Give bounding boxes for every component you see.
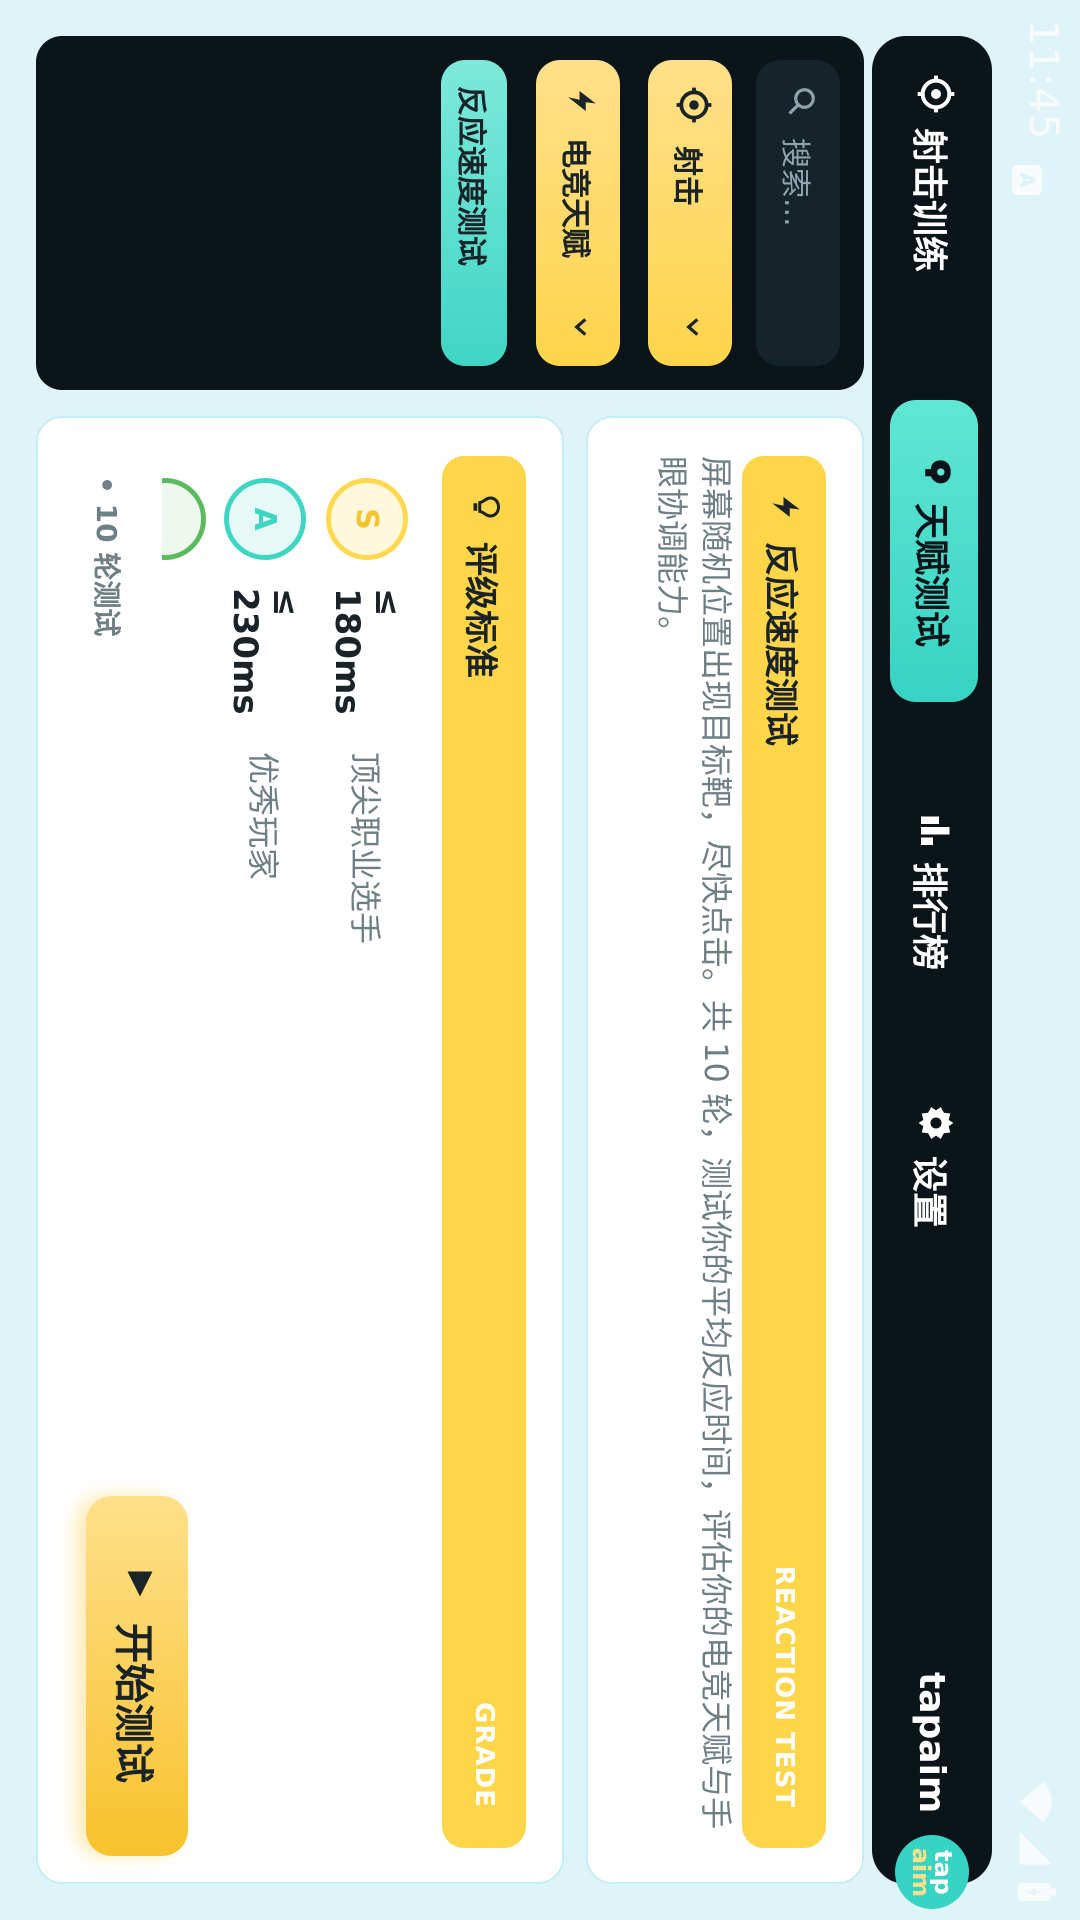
sidebar-item-esports-talent[interactable]: 电竞天赋 — [536, 60, 620, 366]
start-test-button[interactable]: 开始测试 — [86, 1496, 188, 1856]
nav-settings[interactable]: 设置 — [872, 1104, 992, 1228]
info-card-header: 反应速度测试 REACTION TEST — [742, 456, 826, 1848]
grade-card-title: 评级标准 — [460, 542, 501, 678]
battery-icon — [1007, 1880, 1056, 1904]
gear-icon — [909, 1104, 956, 1142]
nav-leaderboard[interactable]: 排行榜 — [872, 812, 992, 970]
nav-talent-test-label: 天赋测试 — [910, 502, 951, 647]
info-card-tag: REACTION TEST — [769, 1565, 799, 1808]
nav-shooting-training-label: 射击训练 — [908, 128, 949, 273]
grade-badge-a: A — [224, 478, 306, 560]
grade-row-b-partial — [162, 478, 206, 560]
status-time: 11:45 — [1020, 20, 1066, 141]
info-card-description: 屏幕随机位置出现目标靶，尽快点击。共 10 轮，测试你的平均反应时间，评估你的电… — [653, 456, 735, 1830]
lightning-icon — [557, 86, 599, 116]
search-icon — [779, 86, 817, 116]
sidebar-item-reaction-test[interactable]: 反应速度测试 — [441, 60, 507, 366]
sidebar-item-label: 反应速度测试 — [453, 86, 488, 266]
grade-row-a: A ≤ 230ms 优秀玩家 — [224, 478, 306, 880]
grade-threshold: ≤ 180ms — [327, 588, 407, 715]
grade-badge-b — [162, 478, 206, 560]
logo-text-top: tap — [929, 1849, 957, 1895]
play-icon — [114, 1569, 160, 1599]
brain-icon — [913, 455, 956, 489]
nav-leaderboard-label: 排行榜 — [908, 862, 949, 971]
sidebar-item-label: 射击 — [669, 146, 704, 206]
reaction-test-info-card: 反应速度测试 REACTION TEST 屏幕随机位置出现目标靶，尽快点击。共 … — [586, 416, 864, 1884]
lightning-icon — [765, 492, 803, 522]
grade-threshold: ≤ 230ms — [225, 588, 305, 715]
sidebar: 搜索... 射击 电竞天赋 反应速度测试 — [36, 36, 864, 390]
crosshair-icon — [908, 74, 957, 114]
nav-settings-label: 设置 — [908, 1156, 949, 1229]
wifi-icon — [1005, 1780, 1058, 1824]
start-test-label: 开始测试 — [110, 1623, 156, 1783]
brand[interactable]: tapaim tap aim — [872, 1672, 992, 1910]
crosshair-icon — [667, 86, 713, 124]
brand-name: tapaim — [911, 1672, 953, 1814]
brand-logo: tap aim — [895, 1835, 969, 1910]
bar-chart-icon — [910, 812, 955, 848]
lightbulb-icon — [465, 492, 503, 522]
grade-level: 顶尖职业选手 — [346, 752, 384, 945]
grade-note: • 10 轮测试 — [90, 476, 123, 637]
sidebar-item-shooting[interactable]: 射击 — [648, 60, 732, 366]
logo-text-bottom: aim — [907, 1847, 935, 1898]
signal-icon — [1007, 1828, 1056, 1868]
chevron-down-icon[interactable] — [561, 314, 596, 340]
grade-card-tag: GRADE — [469, 1702, 499, 1808]
app-notification-icon: A — [1012, 165, 1042, 195]
sidebar-item-label: 电竞天赋 — [557, 138, 592, 258]
search-input[interactable]: 搜索... — [756, 60, 840, 366]
nav-shooting-training[interactable]: 射击训练 — [872, 74, 992, 272]
grade-badge-s: S — [326, 478, 408, 560]
grade-card-header: 评级标准 GRADE — [442, 456, 526, 1848]
search-placeholder: 搜索... — [777, 138, 812, 227]
info-card-title: 反应速度测试 — [760, 542, 801, 746]
chevron-down-icon[interactable] — [673, 314, 708, 340]
grade-row-s: S ≤ 180ms 顶尖职业选手 — [326, 478, 408, 944]
nav-tab-talent-test[interactable]: 天赋测试 — [890, 400, 978, 702]
top-navigation-bar: 射击训练 天赋测试 排行榜 设置 tapaim tap aim — [872, 36, 992, 1910]
grade-level: 优秀玩家 — [244, 752, 282, 881]
